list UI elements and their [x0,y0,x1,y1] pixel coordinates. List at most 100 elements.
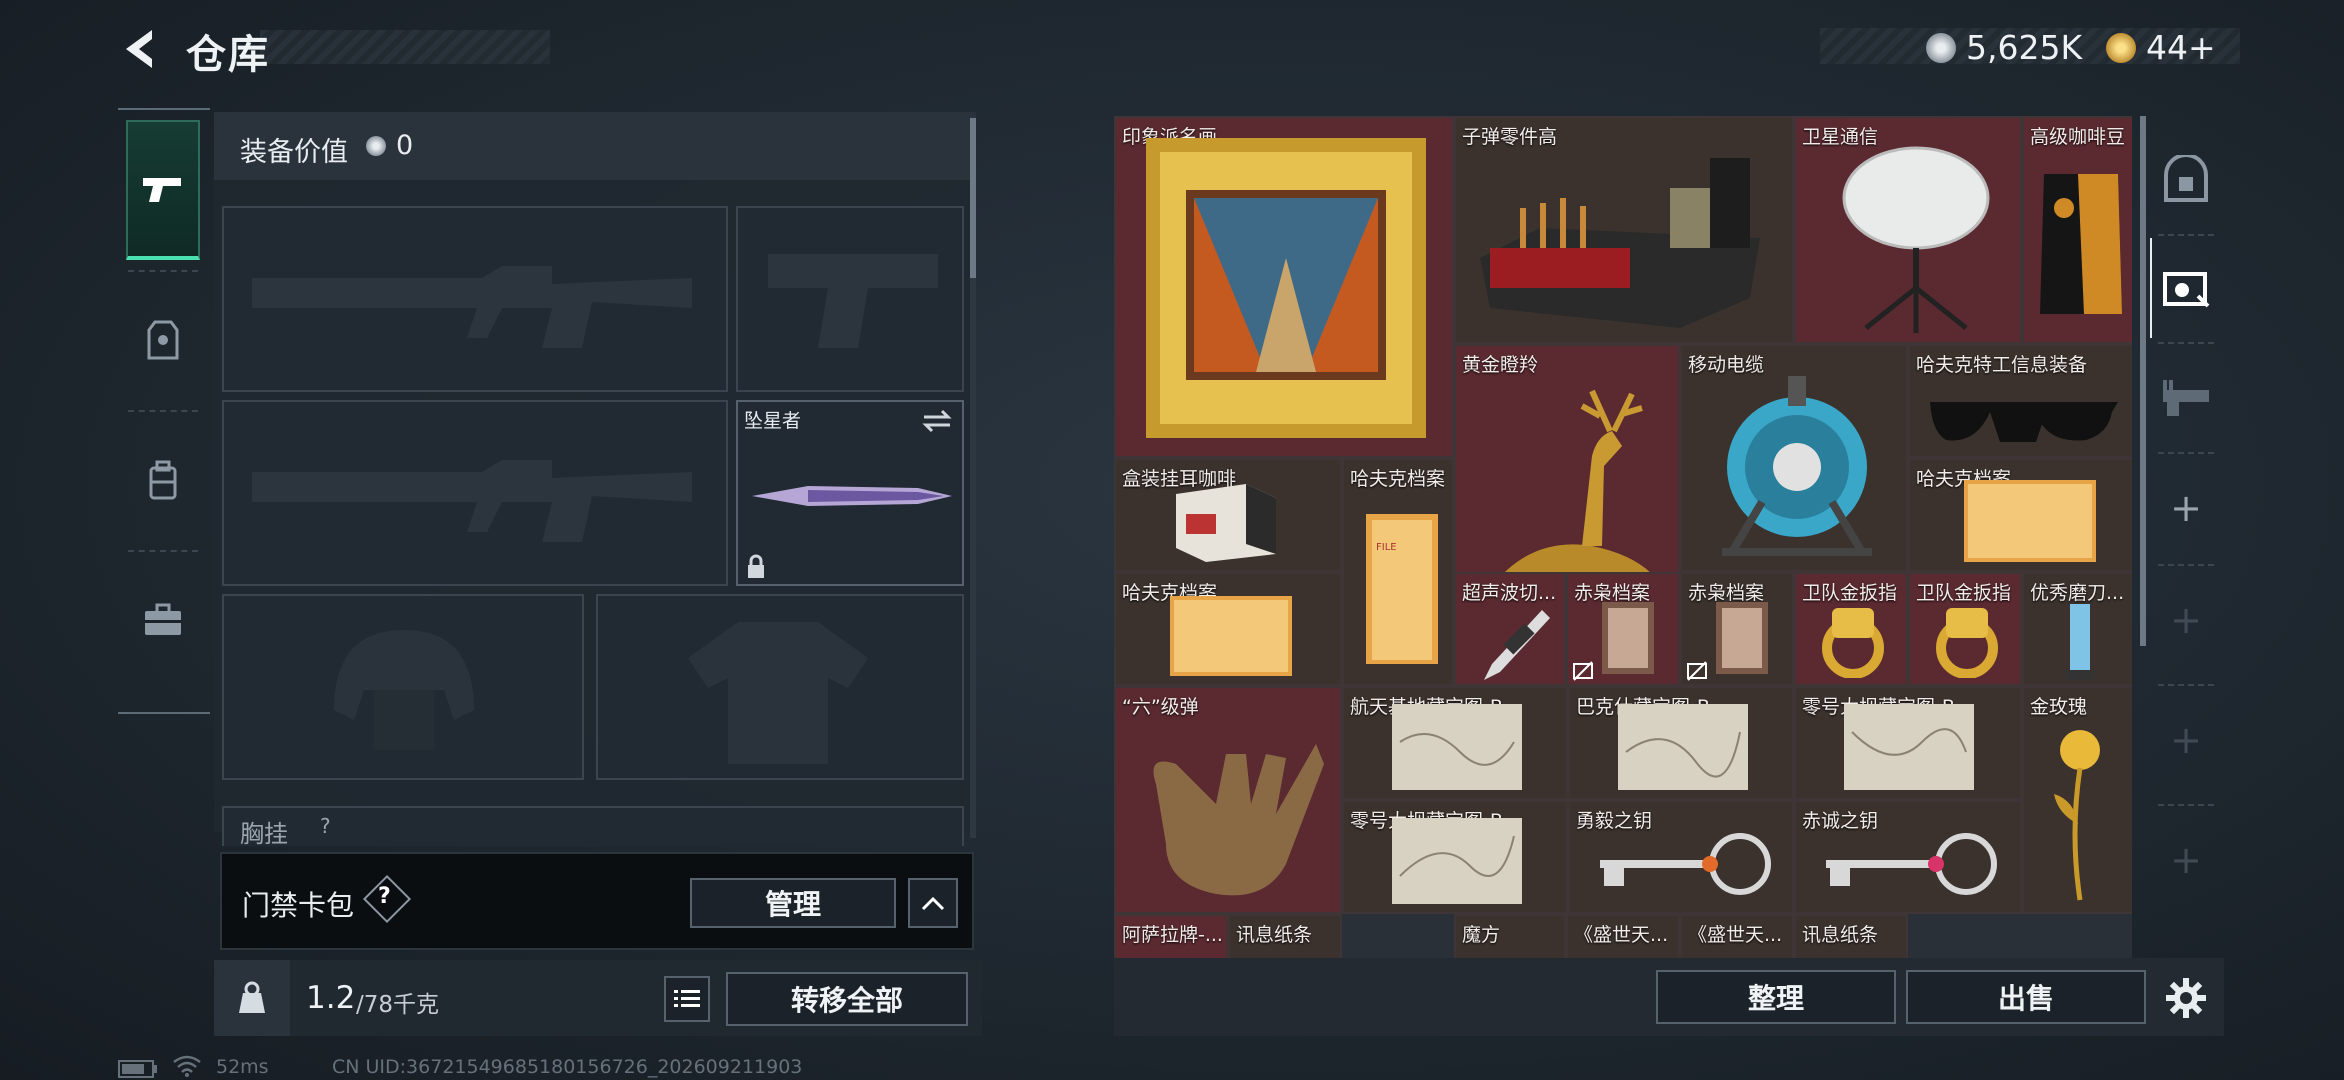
item-label: 金玫瑰 [2030,696,2088,718]
storage-item[interactable]: 卫星通信 [1794,116,2022,344]
storage-item[interactable]: 讯息纸条 [1794,914,1908,958]
add-tab-button[interactable]: + [2150,458,2222,558]
swap-icon[interactable] [922,408,952,434]
add-tab-button-disabled: + [2170,838,2202,882]
storage-item[interactable]: 赤枭档案 [1680,572,1794,686]
uid-text: CN UID:36721549685180156726_202609211903 [332,1056,803,1078]
manage-button[interactable]: 管理 [690,878,896,928]
key-icon [1826,833,1997,895]
ultrasonic-cutter-icon [1484,610,1550,680]
equipment-value-bar: 装备价值 0 [214,112,976,180]
gold-currency[interactable]: 44+ [2106,28,2216,67]
storage-item[interactable]: 金玫瑰 [2022,686,2132,914]
tab-storage[interactable] [2150,238,2222,338]
rifle-silhouette-icon [252,460,692,542]
storage-grid: 印象派名画 子弹零件高 卫星通信 高级咖啡豆 黄金瞪羚 移动电缆 哈夫克特工信息… [1114,116,2132,958]
equipment-scrollbar[interactable] [970,118,976,838]
storage-item[interactable]: 航天基地藏宝图-B [1342,686,1568,800]
nav-backpack[interactable] [126,410,200,550]
transfer-all-button[interactable]: 转移全部 [726,972,968,1026]
storage-item[interactable]: “六”级弹 [1114,686,1342,914]
treasure-map-icon [1392,818,1522,904]
storage-item[interactable]: 超声波切... [1454,572,1566,686]
case-file-icon [1602,602,1654,674]
nav-weapons[interactable] [126,120,200,260]
coffee-bag-icon [2040,174,2122,314]
sell-button[interactable]: 出售 [1906,970,2146,1024]
storage-item[interactable]: 勇毅之钥 [1568,800,1794,914]
rifle-silhouette-icon [252,266,692,348]
scroll-thumb[interactable] [970,118,976,278]
storage-item[interactable]: 《盛世天... [1566,914,1680,958]
storage-item[interactable]: 魔方 [1454,914,1566,958]
storage-item[interactable]: 讯息纸条 [1228,914,1342,958]
storage-item[interactable]: 子弹零件高 [1454,116,1794,344]
storage-action-bar: 整理 出售 [1114,958,2224,1036]
body-armor-slot[interactable] [596,594,964,780]
pistol-silhouette-icon [768,254,938,348]
weight-bar: 1.2 /78千克 转移全部 [214,960,982,1036]
tab-safe[interactable] [2150,130,2222,230]
satellite-dish-icon [1842,146,1990,333]
primary-weapon-slot[interactable] [222,206,728,392]
helmet-slot[interactable] [222,594,584,780]
storage-scrollbar[interactable] [2140,116,2146,646]
framed-painting-icon [1146,138,1426,438]
tab-weapons-rack[interactable] [2150,348,2222,448]
pistol-slot[interactable] [736,206,964,392]
storage-item[interactable]: 《盛世天... [1680,914,1794,958]
backpack-icon [149,460,177,500]
card-bag-label: 门禁卡包 [242,889,355,922]
sort-button[interactable]: 整理 [1656,970,1896,1024]
storage-item[interactable]: 哈夫克档案 [1908,458,2132,572]
storage-item[interactable]: 哈夫克档案 FILE [1342,458,1454,686]
secondary-weapon-slot[interactable] [222,400,728,586]
document-folder-icon: FILE [1366,514,1438,664]
equipment-value: 0 [396,130,414,161]
nav-armor[interactable] [126,270,200,410]
storage-item[interactable]: 卫队金扳指 [1908,572,2022,686]
weapon-rack-icon [2163,380,2209,416]
collapse-button[interactable] [908,878,958,928]
card-bag-help[interactable]: ? [378,884,391,909]
storage-item[interactable]: 哈夫克特工信息装备 [1908,344,2132,458]
gear-icon[interactable] [2164,976,2208,1020]
silver-amount: 5,625K [1966,28,2083,67]
helmet-silhouette-icon [334,630,474,750]
briefcase-icon [145,603,181,635]
item-label: 哈夫克档案 [1350,468,1446,490]
storage-item[interactable]: 优秀磨刀... [2022,572,2132,686]
max-weight: /78千克 [356,992,440,1018]
storage-item[interactable]: 巴克什藏宝图-B [1568,686,1794,800]
storage-item[interactable]: 高级咖啡豆 [2022,116,2132,344]
tab-divider [2158,234,2214,236]
melee-slot[interactable]: 坠星者 [736,400,964,586]
storage-item[interactable]: 赤枭档案 [1566,572,1680,686]
storage-item[interactable]: 卫队金扳指 [1794,572,1908,686]
storage-item[interactable]: 移动电缆 [1680,344,1908,572]
storage-item[interactable]: 赤诚之钥 [1794,800,2022,914]
storage-item[interactable]: 零号大坝藏宝图-B [1342,800,1568,914]
back-arrow-icon[interactable] [118,26,164,72]
battery-icon [118,1060,157,1078]
storage-box-icon [2163,272,2210,308]
nav-case[interactable] [126,550,200,690]
storage-item[interactable]: 零号大坝藏宝图-B [1794,686,2022,800]
equipment-panel: 装备价值 0 坠星者 胸挂 ? [214,112,976,848]
chest-help-icon[interactable]: ? [320,814,331,838]
list-view-button[interactable] [664,976,710,1022]
whetstone-icon [2066,604,2094,680]
storage-item[interactable]: 印象派名画 [1114,116,1454,458]
storage-item[interactable]: 哈夫克档案 [1114,572,1342,686]
gold-ring-icon [1822,608,1884,678]
storage-item[interactable]: 盒装挂耳咖啡 [1114,458,1342,572]
item-label: 魔方 [1462,924,1501,946]
pistol-icon [143,178,181,202]
chest-rig-label: 胸挂 [240,820,288,848]
chest-rig-slot[interactable]: 胸挂 ? [222,806,964,848]
item-label: 哈夫克特工信息装备 [1916,354,2088,376]
storage-item[interactable]: 阿萨拉牌-... [1114,914,1228,958]
hand-sculpture-icon [1153,744,1324,896]
ping-text: 52ms [216,1056,269,1078]
coffee-box-icon [1176,484,1276,562]
